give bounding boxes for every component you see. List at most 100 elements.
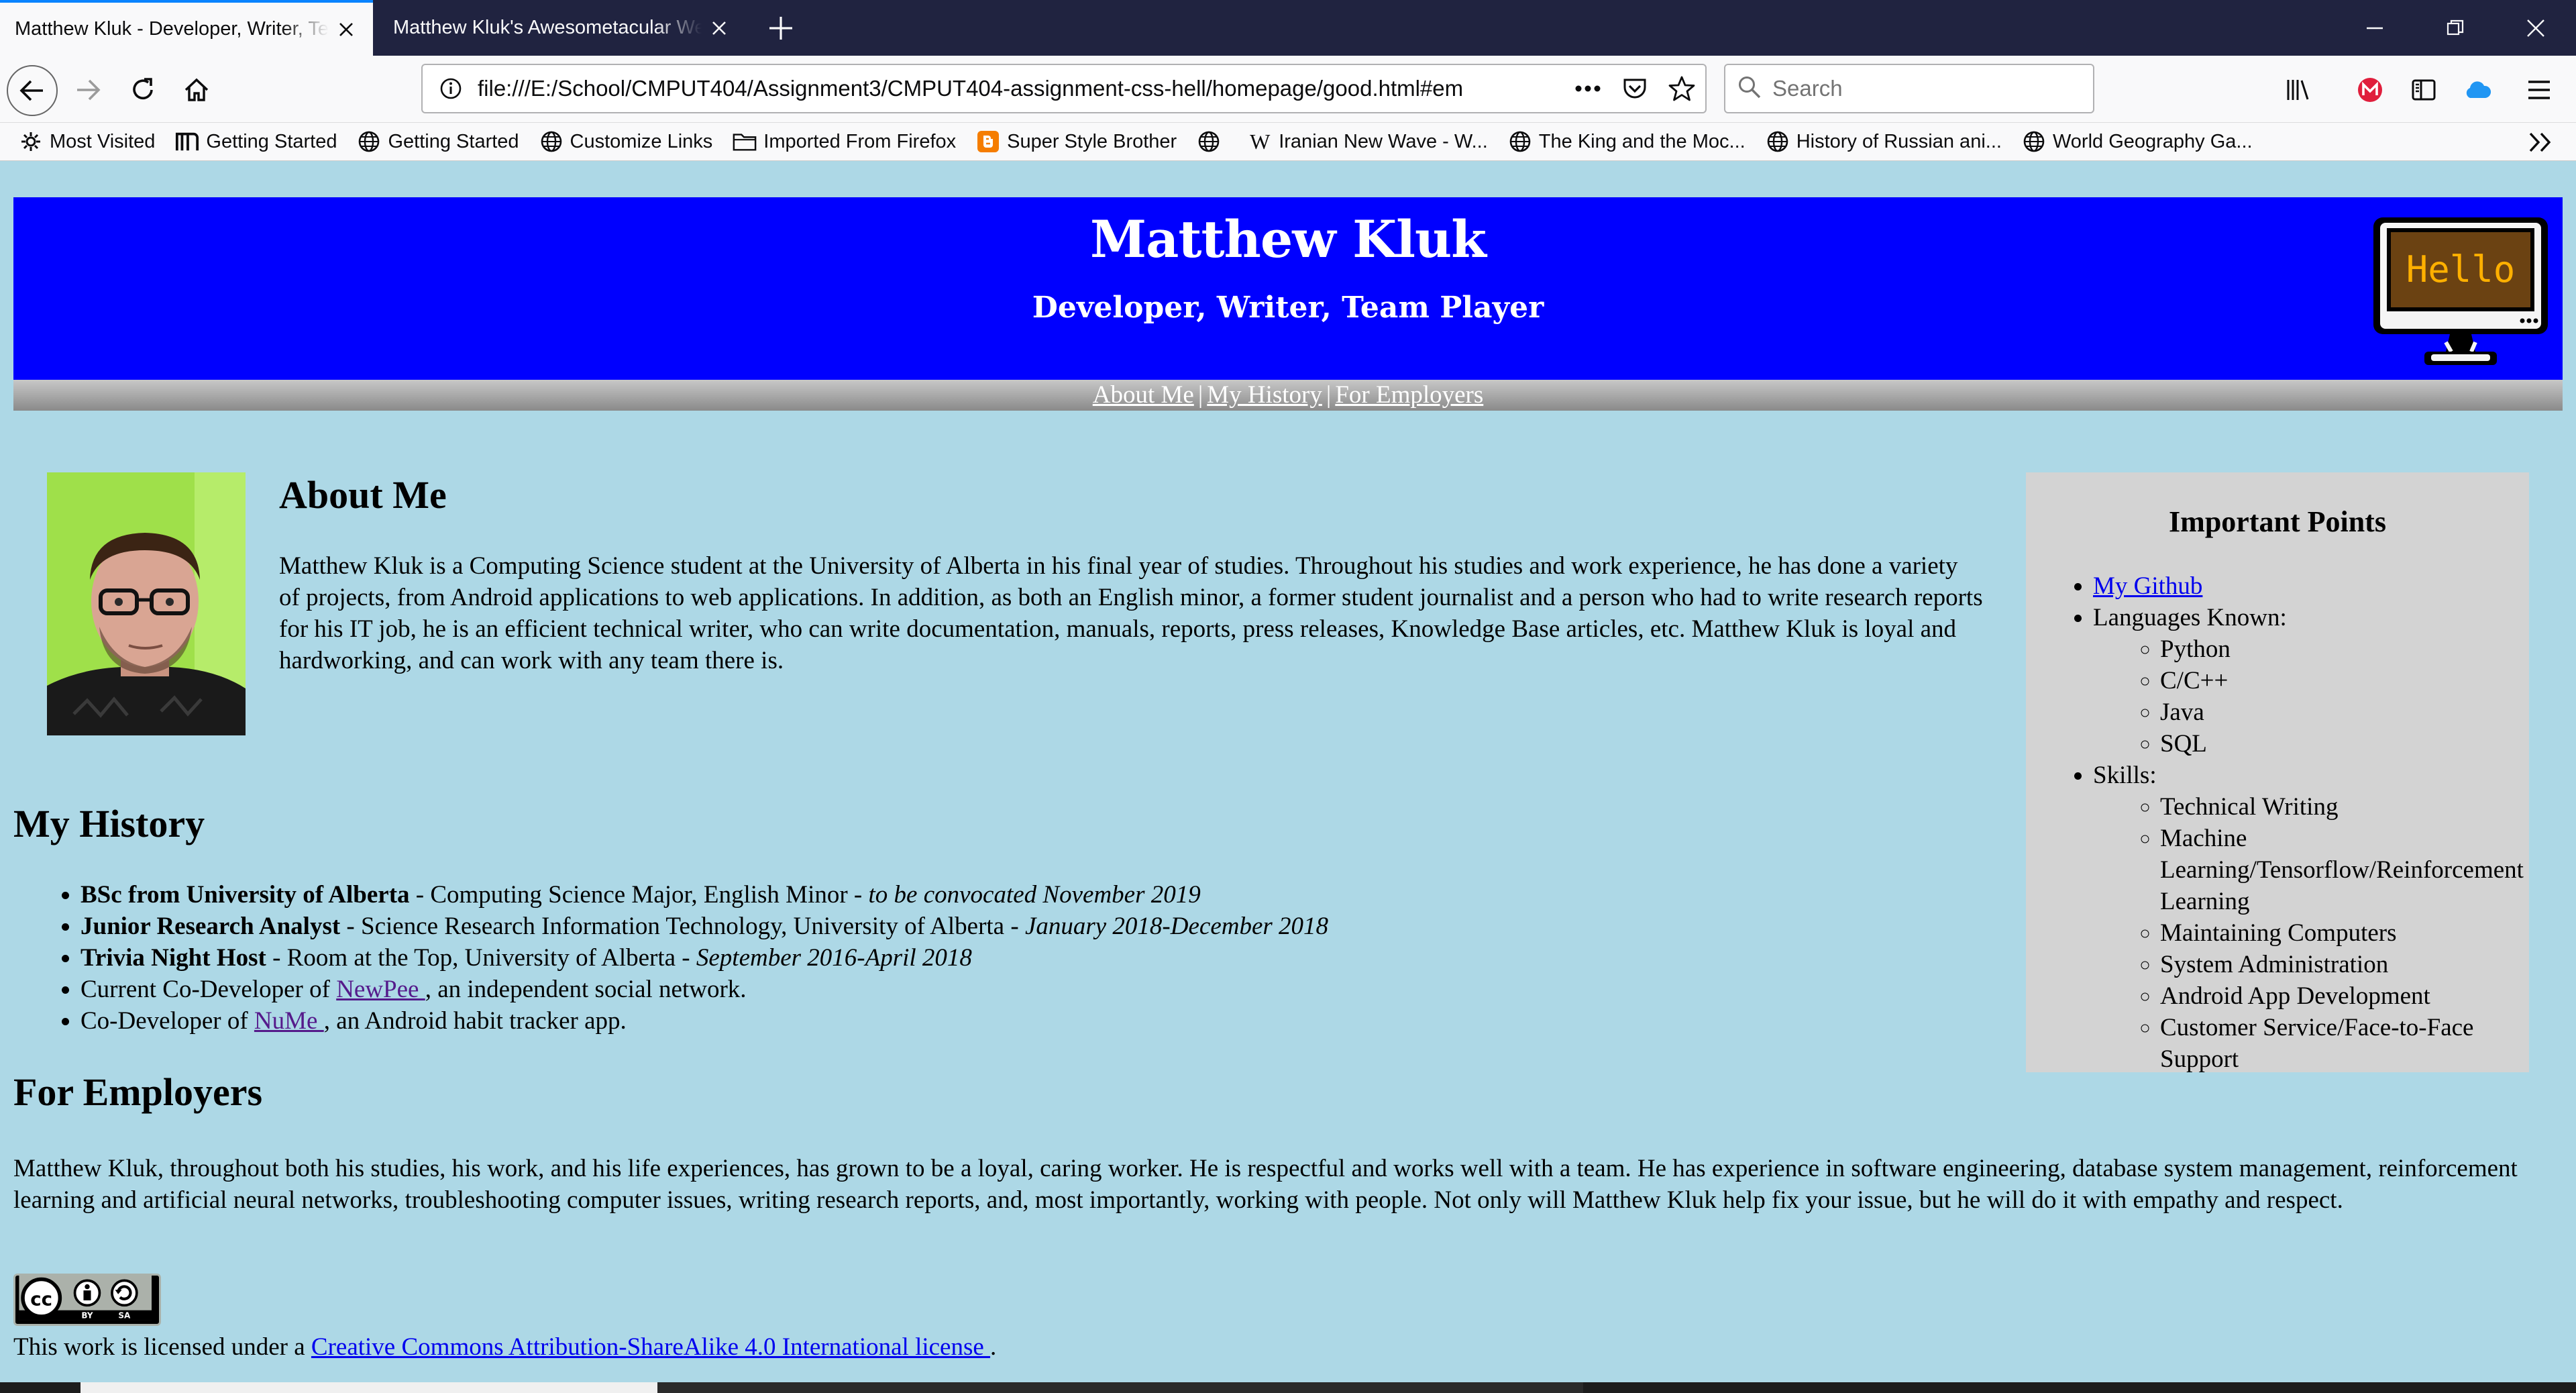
skills-list: Technical Writing Machine Learning/Tenso… bbox=[2093, 791, 2524, 1075]
nav-link-about[interactable]: About Me bbox=[1093, 381, 1194, 409]
history-detail: , an Android habit tracker app. bbox=[323, 1007, 627, 1035]
close-tab-icon[interactable] bbox=[334, 17, 358, 42]
list-item: Maintaining Computers bbox=[2160, 917, 2522, 949]
bookmark-star-icon[interactable] bbox=[1658, 64, 1705, 113]
employers-heading: For Employers bbox=[13, 1070, 263, 1114]
wikipedia-icon: W bbox=[1250, 129, 1271, 154]
search-bar[interactable]: Search bbox=[1724, 64, 2094, 113]
list-item: System Administration bbox=[2160, 949, 2522, 980]
bookmark-label: Super Style Brother bbox=[1007, 130, 1177, 152]
back-button[interactable] bbox=[7, 65, 58, 116]
page-actions-icon[interactable] bbox=[1564, 64, 1611, 113]
site-header: Matthew Kluk Developer, Writer, Team Pla… bbox=[13, 197, 2563, 380]
list-item: Customer Service/Face-to-Face Support bbox=[2160, 1012, 2522, 1075]
url-text[interactable]: file:///E:/School/CMPUT404/Assignment3/C… bbox=[471, 76, 1564, 101]
history-detail: - Room at the Top, University of Alberta… bbox=[266, 944, 696, 972]
nav-separator: | bbox=[1197, 381, 1203, 409]
globe-icon bbox=[1197, 130, 1221, 154]
tab-inactive[interactable]: Matthew Kluk's Awesometacular Website bbox=[378, 0, 746, 56]
list-item: Android App Development bbox=[2160, 980, 2522, 1012]
history-date: September 2016-April 2018 bbox=[696, 944, 972, 972]
menu-icon[interactable] bbox=[2516, 66, 2563, 113]
info-icon[interactable] bbox=[431, 64, 471, 113]
nav-link-history[interactable]: My History bbox=[1207, 381, 1322, 409]
close-tab-icon[interactable] bbox=[707, 16, 731, 40]
bookmark-item[interactable]: Customize Links bbox=[539, 130, 713, 154]
monitor-text: Hello bbox=[2406, 248, 2516, 291]
history-date: to be convocated November 2019 bbox=[868, 881, 1201, 909]
restore-icon[interactable] bbox=[2415, 0, 2496, 56]
list-item: Current Co-Developer of NewPee , an inde… bbox=[80, 974, 2026, 1005]
tab-strip: Matthew Kluk - Developer, Writer, Team P… bbox=[0, 0, 2576, 56]
list-item: C/C++ bbox=[2160, 665, 2522, 696]
globe-icon bbox=[539, 130, 564, 154]
license-suffix: . bbox=[990, 1333, 997, 1361]
bookmark-label: Most Visited bbox=[50, 130, 156, 152]
profile-photo bbox=[47, 472, 246, 735]
employers-paragraph: Matthew Kluk, throughout both his studie… bbox=[13, 1155, 2518, 1214]
blogger-icon bbox=[976, 130, 1000, 154]
minimize-icon[interactable] bbox=[2334, 0, 2415, 56]
new-tab-icon[interactable] bbox=[765, 12, 797, 44]
library-icon[interactable] bbox=[2274, 66, 2321, 113]
bookmark-item[interactable]: Getting Started bbox=[357, 130, 519, 154]
pocket-icon[interactable] bbox=[1611, 64, 1658, 113]
list-item: Junior Research Analyst - Science Resear… bbox=[80, 911, 2026, 942]
history-detail: - Science Research Information Technolog… bbox=[340, 913, 1025, 940]
reload-button[interactable] bbox=[119, 66, 166, 113]
list-item: Machine Learning/Tensorflow/Reinforcemen… bbox=[2160, 823, 2524, 917]
taskbar-edge bbox=[0, 1382, 2576, 1393]
m-logo-icon bbox=[175, 130, 199, 154]
bookmark-folder[interactable]: Imported From Firefox bbox=[733, 130, 956, 154]
bookmark-item[interactable]: Most Visited bbox=[19, 130, 155, 154]
list-item: Technical Writing bbox=[2160, 791, 2522, 823]
license-link[interactable]: Creative Commons Attribution-ShareAlike … bbox=[311, 1333, 990, 1361]
bookmarks-overflow-chevron-icon[interactable] bbox=[2525, 127, 2556, 158]
search-placeholder: Search bbox=[1772, 76, 1843, 101]
about-paragraph: Matthew Kluk is a Computing Science stud… bbox=[279, 552, 1983, 674]
bookmarks-toolbar: Most Visited Getting Started Getting Sta… bbox=[0, 123, 2576, 161]
onedrive-cloud-icon[interactable] bbox=[2454, 66, 2501, 113]
nav-link-employers[interactable]: For Employers bbox=[1335, 381, 1483, 409]
globe-icon bbox=[1508, 130, 1532, 154]
history-list: BSc from University of Alberta - Computi… bbox=[80, 879, 2026, 1037]
web-page: Matthew Kluk Developer, Writer, Team Pla… bbox=[0, 161, 2576, 1382]
extension-m-icon[interactable] bbox=[2347, 66, 2394, 113]
bookmark-item[interactable]: History of Russian ani... bbox=[1766, 130, 2002, 154]
cc-sa-label: SA bbox=[118, 1311, 131, 1321]
bookmark-item[interactable]: Getting Started bbox=[175, 130, 337, 154]
history-date: January 2018-December 2018 bbox=[1024, 913, 1329, 940]
globe-icon bbox=[2022, 130, 2046, 154]
sidebar-toggle-icon[interactable] bbox=[2400, 66, 2447, 113]
forward-button[interactable] bbox=[64, 66, 111, 113]
list-item: BSc from University of Alberta - Computi… bbox=[80, 879, 2026, 911]
close-window-icon[interactable] bbox=[2496, 0, 2576, 56]
list-item: Python bbox=[2160, 633, 2522, 665]
list-item: Skills: Technical Writing Machine Learni… bbox=[2093, 760, 2524, 1075]
history-detail: Current Co-Developer of bbox=[80, 976, 337, 1003]
cc-by-sa-badge[interactable]: cc BY SA bbox=[13, 1274, 161, 1326]
bookmark-label: Customize Links bbox=[570, 130, 713, 152]
nume-link[interactable]: NuMe bbox=[254, 1007, 324, 1035]
bookmark-item[interactable] bbox=[1197, 130, 1228, 154]
newpee-link[interactable]: NewPee bbox=[336, 976, 425, 1003]
address-bar[interactable]: file:///E:/School/CMPUT404/Assignment3/C… bbox=[421, 64, 1707, 113]
site-title: Matthew Kluk bbox=[1090, 209, 1487, 269]
site-nav: About Me | My History | For Employers bbox=[13, 380, 2563, 411]
bookmark-item[interactable]: Super Style Brother bbox=[976, 130, 1177, 154]
bookmark-item[interactable]: W Iranian New Wave - W... bbox=[1248, 130, 1488, 154]
browser-chrome: Matthew Kluk - Developer, Writer, Team P… bbox=[0, 0, 2576, 161]
github-link[interactable]: My Github bbox=[2093, 572, 2202, 600]
skills-label: Skills: bbox=[2093, 762, 2157, 789]
taskbar-segment bbox=[80, 1382, 657, 1393]
tab-active[interactable]: Matthew Kluk - Developer, Writer, Team P… bbox=[0, 0, 373, 56]
history-heading: My History bbox=[13, 802, 205, 845]
folder-icon bbox=[733, 130, 757, 154]
site-subtitle: Developer, Writer, Team Player bbox=[1032, 291, 1544, 325]
bookmark-label: Getting Started bbox=[206, 130, 337, 152]
important-points-sidebar: Important Points My Github Languages Kno… bbox=[2026, 472, 2529, 1075]
home-button[interactable] bbox=[173, 66, 220, 113]
nav-separator: | bbox=[1326, 381, 1332, 409]
bookmark-item[interactable]: The King and the Moc... bbox=[1508, 130, 1746, 154]
bookmark-item[interactable]: World Geography Ga... bbox=[2022, 130, 2253, 154]
